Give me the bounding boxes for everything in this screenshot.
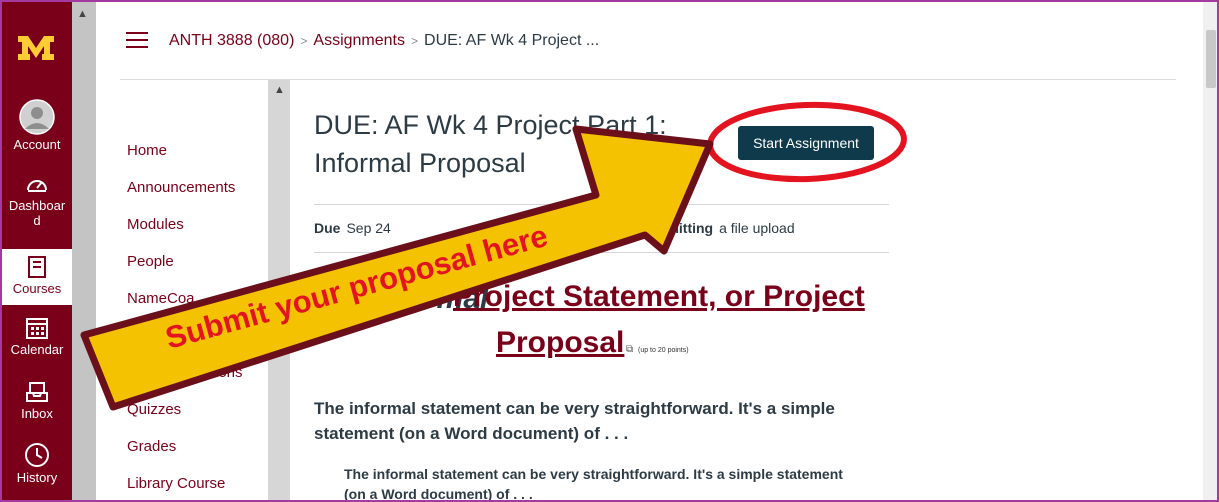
highlight-circle [707,101,907,183]
annotation-overlay: Submit your proposal here [80,101,907,411]
browser-frame: Account Dashboar d Courses Calendar Inbo… [0,0,1219,502]
